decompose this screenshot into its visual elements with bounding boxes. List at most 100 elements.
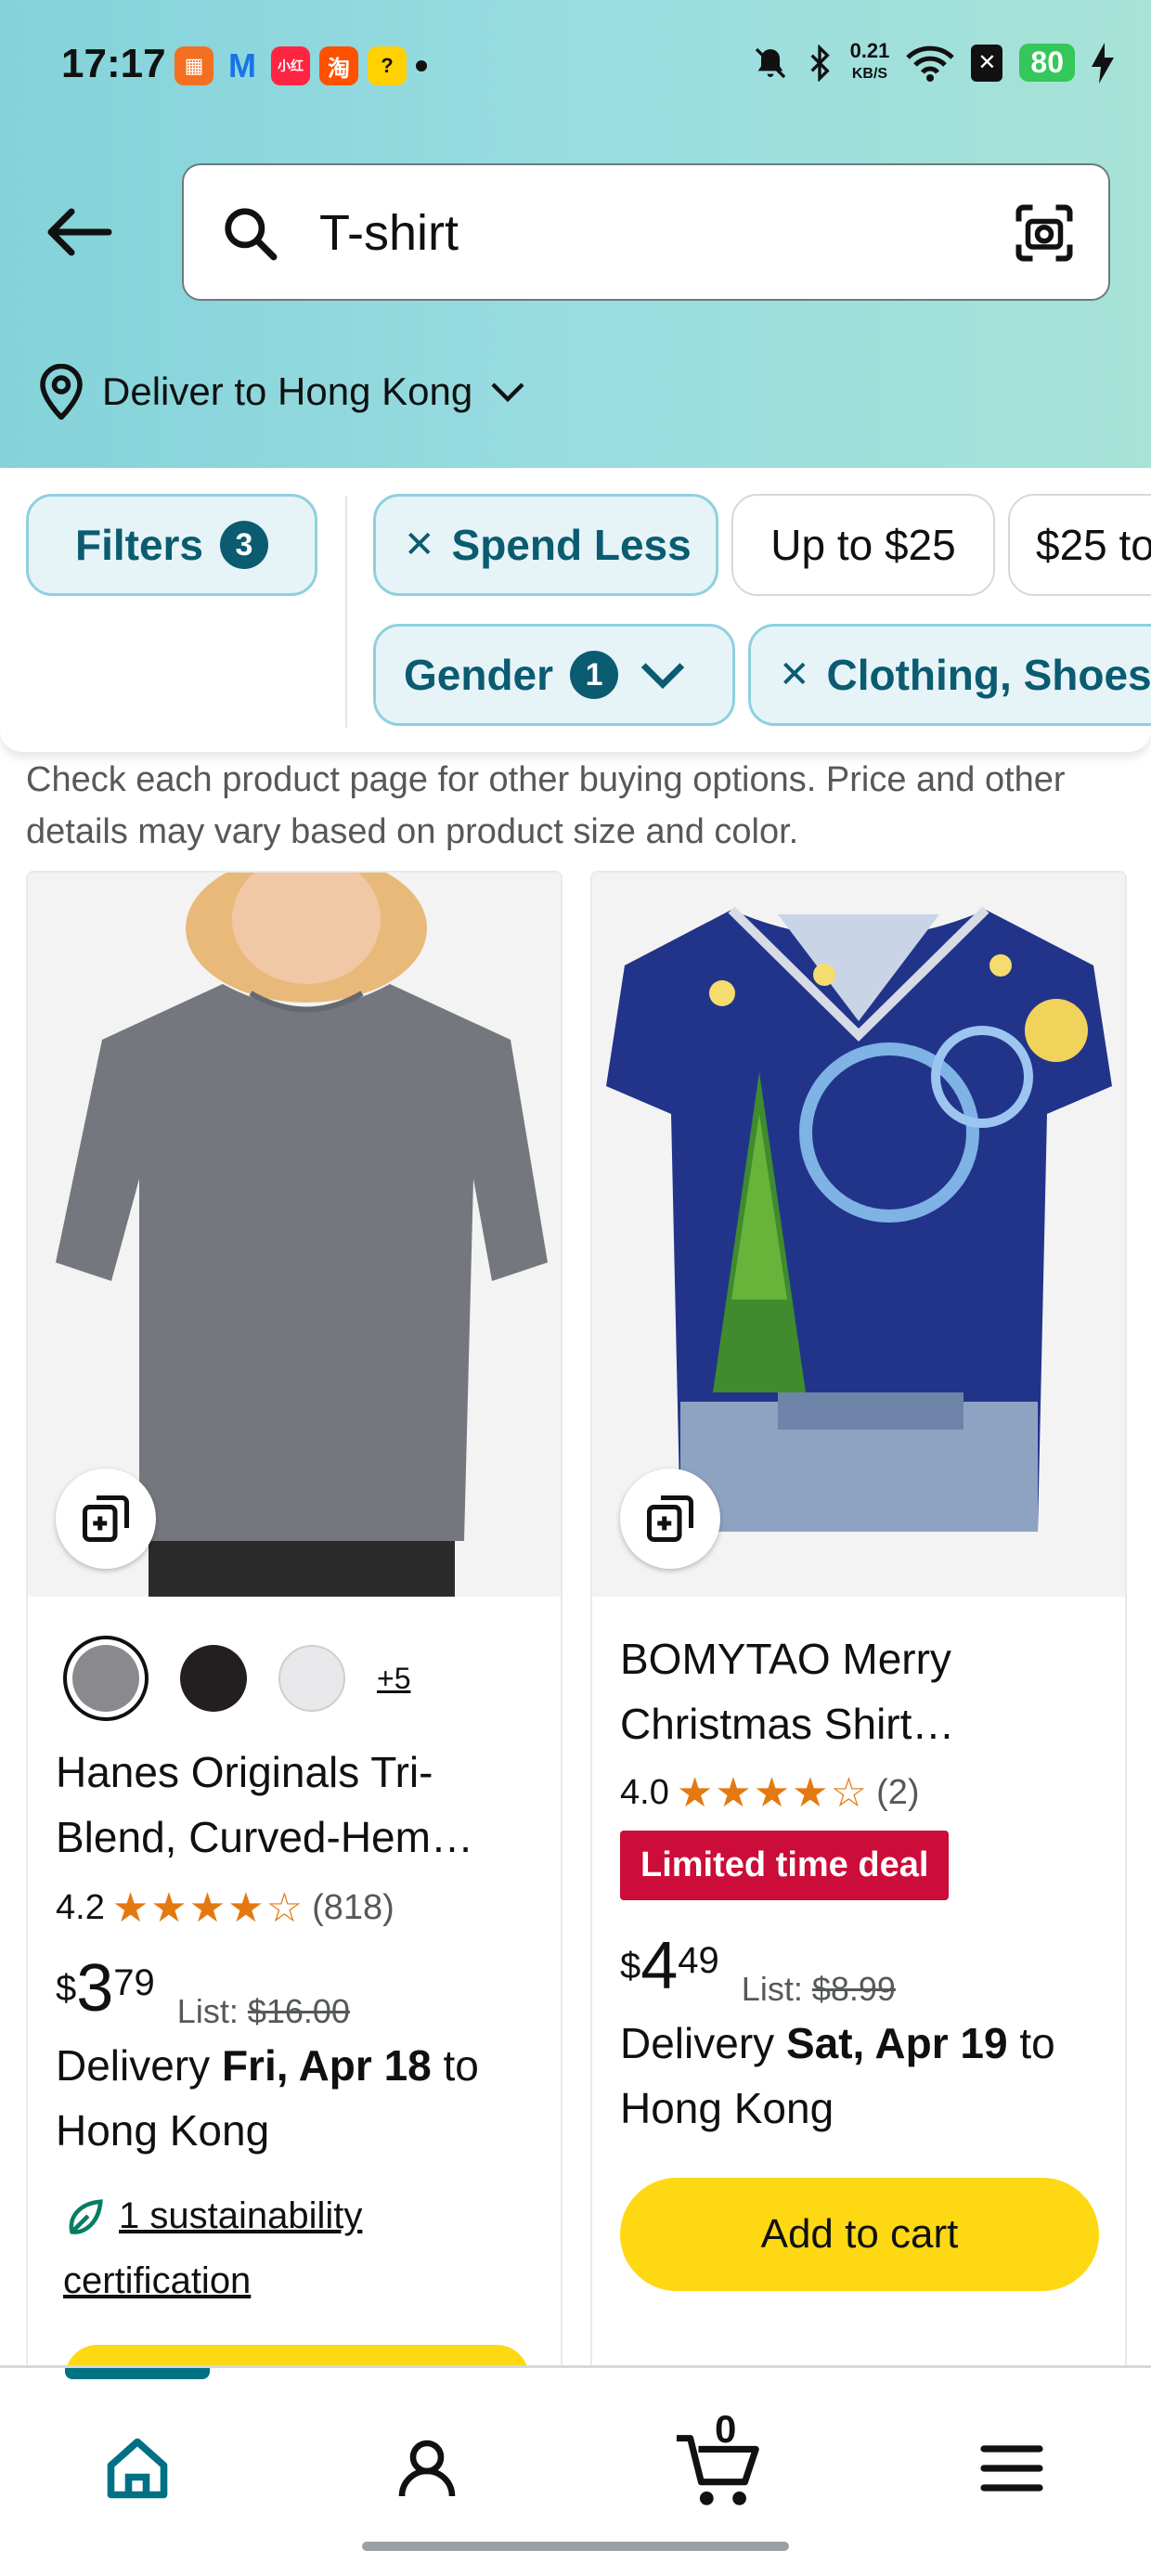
more-notifications-dot (416, 60, 427, 71)
results-note: Check each product page for other buying… (26, 760, 1066, 851)
compare-icon (647, 1495, 693, 1542)
gmail-icon: M (228, 46, 256, 84)
rating-value: 4.0 (620, 1773, 669, 1812)
compare-button-2[interactable] (620, 1469, 720, 1569)
menu-icon (980, 2445, 1043, 2492)
nav-menu[interactable] (956, 2413, 1067, 2524)
camera-search-icon[interactable] (1012, 201, 1077, 265)
filter-bar: Filters 3 ✕ Spend Less Up to $25 $25 to … (0, 468, 1151, 752)
delivery-info-1: Delivery Fri, Apr 18 to Hong Kong (56, 2033, 548, 2163)
star-rating-icon: ★★★★☆ (111, 1885, 305, 1931)
deliver-location[interactable]: Deliver to Hong Kong (37, 364, 526, 420)
product-rating-1[interactable]: 4.2 ★★★★☆ (818) (56, 1884, 394, 1932)
compare-button-1[interactable] (56, 1469, 156, 1569)
battery-indicator: 80 (1019, 44, 1075, 82)
more-colors-link[interactable]: +5 (377, 1662, 410, 1696)
net-speed: 0.21 KB/S (850, 41, 890, 84)
filter-divider (345, 496, 347, 728)
chevron-down-icon (491, 382, 524, 403)
meituan-icon: ? (368, 46, 407, 85)
bluetooth-icon (810, 44, 830, 82)
cart-count: 0 (715, 2407, 737, 2451)
taobao-icon: 淘 (319, 46, 358, 85)
chip-25-to-label: $25 to (1036, 521, 1151, 569)
home-icon (107, 2438, 168, 2499)
swatch-grey[interactable] (63, 1636, 149, 1721)
mute-icon (755, 47, 785, 78)
close-icon: ✕ (779, 654, 810, 695)
list-label: List: (176, 1992, 239, 2030)
search-input[interactable]: T-shirt (182, 163, 1110, 301)
account-icon (398, 2440, 456, 2497)
chip-spend-less-label: Spend Less (451, 521, 692, 569)
swatch-black[interactable] (180, 1645, 247, 1712)
filters-button[interactable]: Filters 3 (26, 494, 317, 596)
delivery-prefix: Delivery (620, 2019, 786, 2067)
gesture-bar[interactable] (362, 2542, 789, 2551)
delivery-date: Fri, Apr 18 (221, 2041, 432, 2090)
chip-spend-less[interactable]: ✕ Spend Less (373, 494, 718, 596)
chevron-down-icon (640, 663, 685, 690)
sim-icon: ✕ (971, 44, 1003, 82)
net-speed-value: 0.21 (849, 39, 890, 62)
limited-time-deal-badge: Limited time deal (620, 1831, 950, 1900)
app-icon-1: ▦ (175, 46, 213, 85)
chip-gender-label: Gender (404, 651, 554, 699)
chip-up-to-25-label: Up to $25 (770, 521, 956, 569)
back-button[interactable] (37, 190, 121, 274)
add-to-cart-button-2[interactable]: Add to cart (620, 2178, 1099, 2291)
status-right: 0.21 KB/S ✕ 80 (752, 41, 1114, 84)
product-price-1: $ 3 79 List: $16.00 (56, 1955, 350, 2031)
product-rating-2[interactable]: 4.0 ★★★★☆ (2) (620, 1769, 920, 1817)
list-price: List: $16.00 (177, 1992, 350, 2031)
chip-clothing-label: Clothing, Shoes (826, 651, 1151, 699)
price-fraction: 79 (113, 1962, 155, 2003)
swatch-white[interactable] (278, 1645, 345, 1712)
search-icon (225, 208, 278, 261)
nav-cart[interactable]: 0 (665, 2407, 776, 2524)
sustainability-info[interactable]: 1 sustainability certification (63, 2183, 546, 2313)
xiaohongshu-icon: 小红 (271, 46, 310, 85)
price-whole: 3 (76, 1951, 114, 2026)
deliver-label: Deliver to Hong Kong (102, 369, 473, 413)
product-title-1[interactable]: Hanes Originals Tri-Blend, Curved-Hem… (56, 1740, 538, 1870)
status-time: 17:17 (61, 41, 166, 86)
list-price-value: $16.00 (247, 1992, 350, 2030)
product-card-1[interactable]: +5 Hanes Originals Tri-Blend, Curved-Hem… (26, 871, 563, 2393)
chip-up-to-25[interactable]: Up to $25 (731, 494, 995, 596)
product-card-2[interactable]: BOMYTAO Merry Christmas Shirt… 4.0 ★★★★☆… (590, 871, 1127, 2393)
header: 17:17 ▦ M 小红 淘 ? 0.21 KB/S ✕ 80 T-shirt D… (0, 0, 1151, 468)
filters-count-badge: 3 (220, 521, 269, 569)
price-fraction: 49 (678, 1940, 719, 1981)
active-tab-indicator (65, 2368, 210, 2379)
list-price: List: $8.99 (742, 1970, 896, 2009)
price-symbol: $ (56, 1968, 77, 2009)
nav-account[interactable] (371, 2413, 483, 2524)
chip-25-to[interactable]: $25 to (1008, 494, 1151, 596)
delivery-info-2: Delivery Sat, Apr 19 to Hong Kong (620, 2011, 1112, 2141)
notification-icons: ▦ M 小红 淘 ? (175, 46, 427, 85)
star-rating-icon: ★★★★☆ (676, 1770, 870, 1816)
location-pin-icon (40, 364, 83, 420)
review-count: (818) (312, 1888, 394, 1927)
price-whole: 4 (640, 1929, 679, 2003)
charging-icon (1092, 42, 1114, 84)
review-count: (2) (876, 1773, 920, 1812)
close-icon: ✕ (404, 524, 435, 565)
nav-home[interactable] (82, 2413, 193, 2524)
chip-gender[interactable]: Gender 1 (373, 624, 735, 726)
back-arrow-icon (47, 208, 112, 256)
search-query: T-shirt (319, 205, 459, 261)
filters-label: Filters (74, 521, 204, 569)
gender-count-badge: 1 (570, 651, 619, 699)
chip-clothing-shoes[interactable]: ✕ Clothing, Shoes (748, 624, 1151, 726)
delivery-prefix: Delivery (56, 2041, 222, 2090)
sustainability-link[interactable]: 1 sustainability certification (63, 2195, 362, 2301)
compare-icon (83, 1495, 129, 1542)
list-price-value: $8.99 (811, 1970, 896, 2008)
product-price-2: $ 4 49 List: $8.99 (620, 1933, 896, 2009)
list-label: List: (741, 1970, 803, 2008)
product-title-2[interactable]: BOMYTAO Merry Christmas Shirt… (620, 1626, 1103, 1756)
rating-value: 4.2 (56, 1888, 105, 1927)
delivery-date: Sat, Apr 19 (785, 2019, 1008, 2067)
